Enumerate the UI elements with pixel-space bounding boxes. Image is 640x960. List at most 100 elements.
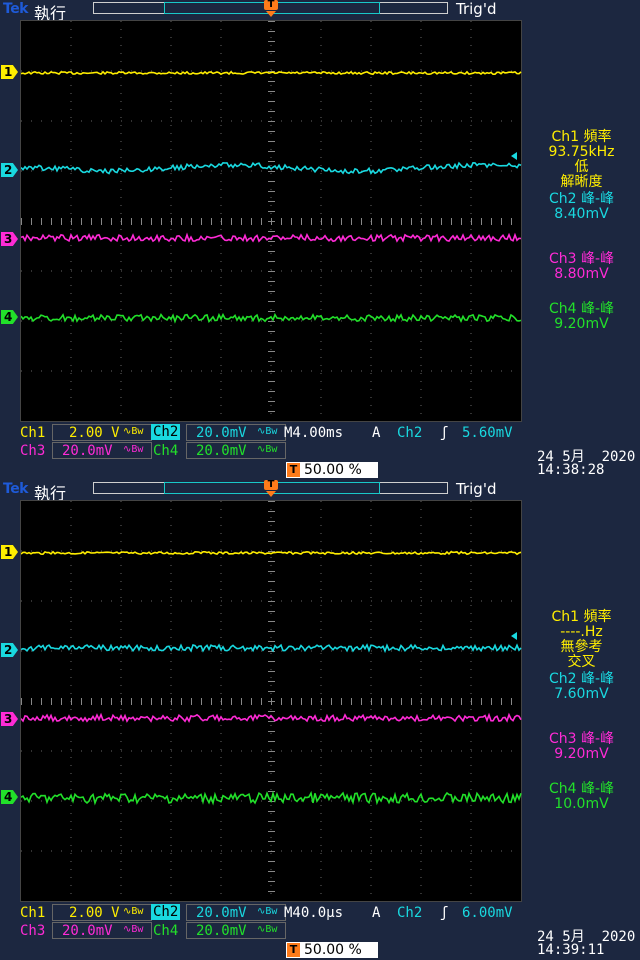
acq-mode: A bbox=[372, 905, 381, 921]
ch1-trace bbox=[21, 70, 522, 76]
trigger-level[interactable]: 5.60mV bbox=[462, 425, 513, 441]
meas-ch2-value: 8.40mV bbox=[554, 206, 609, 222]
trigger-arrow-icon bbox=[266, 11, 276, 17]
ch2-coupling-icon: ∿Bw bbox=[257, 906, 278, 917]
ch4-name: Ch4 bbox=[153, 923, 179, 939]
settings-bar: Ch1 2.00 V ∿Bw Ch2 20.0mV ∿Bw M40.0µs A … bbox=[0, 904, 640, 960]
timebase[interactable]: M40.0µs bbox=[284, 905, 343, 921]
trigger-position: 50.00 % bbox=[304, 942, 362, 958]
meas-ch4-label: Ch4 峰-峰 bbox=[548, 781, 615, 797]
ch1-scale: 2.00 V bbox=[69, 425, 120, 441]
meas-ch4-value: 10.0mV bbox=[554, 796, 609, 812]
status-bar: Tek 執行 T Trig'd bbox=[0, 480, 640, 503]
ch4-marker[interactable]: 4 bbox=[1, 310, 18, 324]
ch4-coupling-icon: ∿Bw bbox=[257, 444, 278, 455]
ch3-scale-box[interactable]: 20.0mV ∿Bw bbox=[52, 442, 152, 459]
ch3-scale-box[interactable]: 20.0mV ∿Bw bbox=[52, 922, 152, 939]
ch1-trace bbox=[21, 550, 522, 556]
meas-ch1-label: Ch1 頻率 bbox=[551, 609, 612, 625]
ch1-marker[interactable]: 1 bbox=[1, 545, 18, 559]
ch2-scale: 20.0mV bbox=[196, 425, 247, 441]
meas-ch1-note: 低 bbox=[574, 159, 589, 175]
ch1-marker[interactable]: 1 bbox=[1, 65, 18, 79]
meas-ch3-value: 9.20mV bbox=[554, 746, 609, 762]
ch1-scale-box[interactable]: 2.00 V ∿Bw bbox=[52, 904, 152, 921]
meas-ch3-label: Ch3 峰-峰 bbox=[548, 251, 615, 267]
ch2-trace bbox=[21, 643, 522, 654]
ch4-coupling-icon: ∿Bw bbox=[257, 924, 278, 935]
ch2-scale-box[interactable]: 20.0mV ∿Bw bbox=[186, 904, 286, 921]
ch3-marker[interactable]: 3 bbox=[1, 232, 18, 246]
waveforms bbox=[21, 550, 522, 806]
settings-bar: Ch1 2.00 V ∿Bw Ch2 20.0mV ∿Bw M4.00ms A … bbox=[0, 424, 640, 480]
meas-ch1-value: 93.75kHz bbox=[548, 144, 615, 160]
ch2-coupling-icon: ∿Bw bbox=[257, 426, 278, 437]
trigger-level[interactable]: 6.00mV bbox=[462, 905, 513, 921]
meas-ch4-value: 9.20mV bbox=[554, 316, 609, 332]
meas-ch1-label: Ch1 頻率 bbox=[551, 129, 612, 145]
ch2-marker[interactable]: 2 bbox=[1, 163, 18, 177]
ch1-name: Ch1 bbox=[20, 425, 46, 441]
trigger-position-marker[interactable]: T bbox=[264, 0, 278, 10]
trigger-slope-icon: ʃ bbox=[440, 905, 449, 921]
meas-ch3-value: 8.80mV bbox=[554, 266, 609, 282]
ch2-marker[interactable]: 2 bbox=[1, 643, 18, 657]
ch2-name[interactable]: Ch2 bbox=[151, 424, 181, 440]
ch2-scale: 20.0mV bbox=[196, 905, 247, 921]
ch4-scale: 20.0mV bbox=[196, 923, 247, 939]
ch4-trace bbox=[21, 790, 522, 806]
trigger-t-icon: T bbox=[287, 943, 300, 957]
ch3-scale: 20.0mV bbox=[62, 923, 113, 939]
timebase[interactable]: M4.00ms bbox=[284, 425, 343, 441]
trigger-status: Trig'd bbox=[456, 0, 497, 18]
acq-mode: A bbox=[372, 425, 381, 441]
ch1-name: Ch1 bbox=[20, 905, 46, 921]
meas-ch2-value: 7.60mV bbox=[554, 686, 609, 702]
ch3-trace bbox=[21, 712, 522, 723]
measurement-panel: Ch1 頻率 ----.Hz 無參考 交叉 Ch2 峰-峰 7.60mV Ch3… bbox=[523, 610, 640, 842]
measurement-panel: Ch1 頻率 93.75kHz 低 解晰度 Ch2 峰-峰 8.40mV Ch3… bbox=[523, 130, 640, 362]
waveform-display[interactable] bbox=[20, 500, 522, 902]
trigger-level-arrow-icon[interactable] bbox=[511, 632, 517, 640]
ch3-marker[interactable]: 3 bbox=[1, 712, 18, 726]
ch2-trace bbox=[21, 161, 522, 175]
trigger-position-box[interactable]: T 50.00 % bbox=[286, 942, 378, 958]
trigger-status: Trig'd bbox=[456, 480, 497, 498]
ch1-scale-box[interactable]: 2.00 V ∿Bw bbox=[52, 424, 152, 441]
ch4-scale-box[interactable]: 20.0mV ∿Bw bbox=[186, 442, 286, 459]
ch3-coupling-icon: ∿Bw bbox=[123, 444, 144, 455]
meas-ch2-label: Ch2 峰-峰 bbox=[548, 671, 615, 687]
ch2-name[interactable]: Ch2 bbox=[151, 904, 181, 920]
ch4-scale-box[interactable]: 20.0mV ∿Bw bbox=[186, 922, 286, 939]
ch3-scale: 20.0mV bbox=[62, 443, 113, 459]
meas-ch1-note2: 交叉 bbox=[567, 654, 596, 670]
trigger-position: 50.00 % bbox=[304, 462, 362, 478]
meas-ch1-note: 無參考 bbox=[560, 639, 603, 655]
ch1-scale: 2.00 V bbox=[69, 905, 120, 921]
time: 14:38:28 bbox=[537, 462, 605, 478]
scope-screen-1: Tek 執行 T Trig'd T 1 2 3 4 Ch1 頻率 93.75kH… bbox=[0, 0, 640, 480]
trigger-position-box[interactable]: T 50.00 % bbox=[286, 462, 378, 478]
waveform-display[interactable] bbox=[20, 20, 522, 422]
ch4-marker[interactable]: 4 bbox=[1, 790, 18, 804]
trigger-arrow-icon bbox=[266, 491, 276, 497]
trigger-source[interactable]: Ch2 bbox=[397, 905, 422, 921]
time: 14:39:11 bbox=[537, 942, 605, 958]
status-bar: Tek 執行 T Trig'd bbox=[0, 0, 640, 23]
ch3-trace bbox=[21, 232, 522, 243]
ch4-trace bbox=[21, 312, 522, 324]
ch4-scale: 20.0mV bbox=[196, 443, 247, 459]
ch1-coupling-icon: ∿Bw bbox=[123, 426, 144, 437]
brand-logo: Tek bbox=[3, 1, 29, 17]
meas-ch1-note2: 解晰度 bbox=[560, 174, 603, 190]
meas-ch2-label: Ch2 峰-峰 bbox=[548, 191, 615, 207]
meas-ch3-label: Ch3 峰-峰 bbox=[548, 731, 615, 747]
trigger-t-icon: T bbox=[287, 463, 300, 477]
ch3-coupling-icon: ∿Bw bbox=[123, 924, 144, 935]
trigger-level-arrow-icon[interactable] bbox=[511, 152, 517, 160]
trigger-position-marker[interactable]: T bbox=[264, 480, 278, 490]
trigger-source[interactable]: Ch2 bbox=[397, 425, 422, 441]
ch1-coupling-icon: ∿Bw bbox=[123, 906, 144, 917]
brand-logo: Tek bbox=[3, 481, 29, 497]
ch2-scale-box[interactable]: 20.0mV ∿Bw bbox=[186, 424, 286, 441]
